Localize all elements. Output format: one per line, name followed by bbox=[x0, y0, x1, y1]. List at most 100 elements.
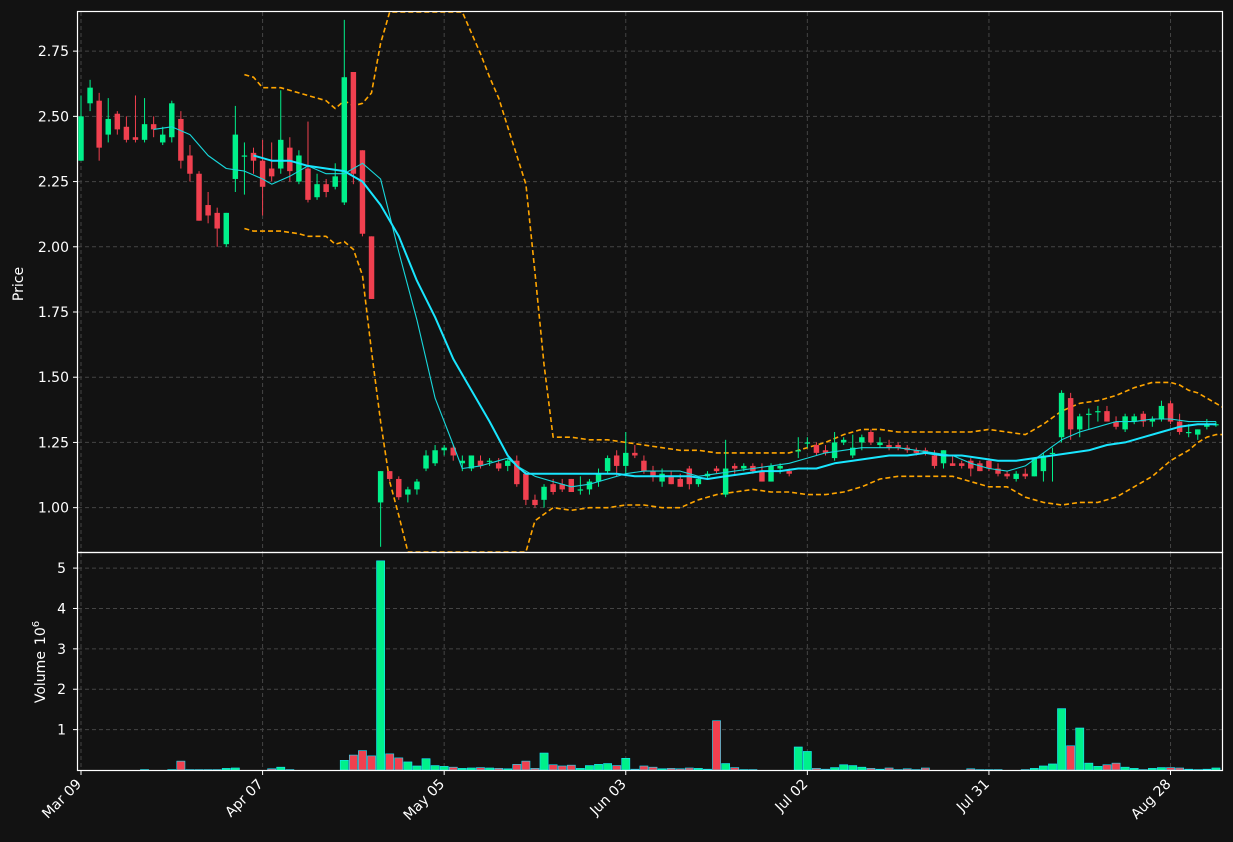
volume-bar bbox=[603, 763, 612, 771]
volume-bar bbox=[793, 746, 803, 771]
volume-bar bbox=[1084, 762, 1094, 771]
candle-body bbox=[1013, 473, 1019, 479]
price-axis-title: Price bbox=[11, 267, 27, 301]
candle-body bbox=[1058, 392, 1065, 438]
volume-bar bbox=[521, 760, 531, 771]
candle-body bbox=[1022, 473, 1028, 477]
volume-bar bbox=[575, 768, 585, 771]
candle-body bbox=[114, 113, 121, 130]
candle-body bbox=[595, 473, 602, 482]
volume-bar bbox=[821, 768, 830, 771]
volume-bar bbox=[412, 765, 422, 771]
candle-body bbox=[314, 184, 320, 198]
volume-axis-title: Volume 106 bbox=[31, 621, 49, 703]
volume-bar bbox=[1048, 763, 1057, 771]
candle-body bbox=[178, 118, 184, 161]
candle-body bbox=[577, 489, 584, 491]
stock-chart: 1.00 1.25 1.50 1.75 2.00 2.25 2.50 2.75 Price 1… bbox=[0, 0, 1233, 842]
candle-body bbox=[1067, 398, 1074, 430]
candle-body bbox=[405, 489, 411, 495]
volume-bar bbox=[648, 766, 658, 771]
candle-body bbox=[795, 450, 801, 452]
candle-body bbox=[205, 205, 211, 216]
volume-bar bbox=[485, 767, 494, 771]
candle-body bbox=[786, 471, 792, 474]
candle-body bbox=[1158, 405, 1165, 419]
candle-body bbox=[386, 471, 393, 479]
volume-bar bbox=[1147, 768, 1157, 771]
volume-tick-label: 1 bbox=[57, 723, 66, 739]
candle-body bbox=[623, 452, 629, 466]
volume-bar bbox=[694, 768, 703, 771]
candle-body bbox=[859, 437, 865, 443]
candle-body bbox=[840, 439, 847, 443]
volume-bar bbox=[385, 753, 395, 771]
candle-body bbox=[1004, 473, 1010, 477]
volume-bar bbox=[276, 766, 286, 771]
volume-bar bbox=[494, 768, 504, 771]
price-tick-label: 2.75 bbox=[38, 44, 69, 60]
volume-bar bbox=[176, 760, 186, 771]
volume-bar bbox=[512, 764, 522, 771]
volume-tick-label: 4 bbox=[57, 601, 66, 617]
volume-bar bbox=[367, 755, 376, 771]
candle-body bbox=[868, 432, 874, 443]
volume-tick-label: 2 bbox=[57, 682, 66, 698]
volume-bar bbox=[802, 751, 812, 771]
candle-body bbox=[505, 460, 511, 466]
volume-bar bbox=[857, 766, 867, 771]
candle-body bbox=[278, 139, 284, 169]
volume-bar bbox=[557, 765, 567, 771]
price-tick-label: 2.00 bbox=[38, 240, 69, 256]
volume-bar bbox=[1057, 708, 1066, 771]
candle-body bbox=[986, 460, 992, 469]
candle-body bbox=[523, 473, 529, 500]
candle-body bbox=[169, 103, 175, 138]
candle-body bbox=[223, 212, 229, 245]
volume-bar bbox=[630, 768, 640, 771]
volume-bar bbox=[566, 764, 576, 771]
price-tick-label: 1.00 bbox=[38, 501, 69, 517]
candle-body bbox=[877, 442, 883, 446]
candle-body bbox=[141, 124, 148, 140]
candle-body bbox=[268, 168, 275, 177]
volume-bar bbox=[448, 766, 458, 771]
candle-body bbox=[159, 134, 166, 143]
volume-bar bbox=[585, 765, 594, 771]
volume-bar bbox=[1184, 768, 1194, 771]
price-tick-label: 2.50 bbox=[38, 109, 69, 125]
candle-body bbox=[87, 87, 93, 104]
candle-body bbox=[977, 463, 983, 472]
volume-bar bbox=[467, 767, 476, 771]
price-tick-label: 2.25 bbox=[38, 175, 69, 191]
candle-body bbox=[768, 465, 774, 482]
candle-body bbox=[940, 450, 947, 464]
candle-body bbox=[568, 478, 575, 492]
candle-body bbox=[949, 463, 956, 466]
volume-bar bbox=[1039, 765, 1048, 771]
volume-bar bbox=[221, 768, 231, 771]
volume-bar bbox=[1066, 745, 1076, 771]
candle-body bbox=[695, 478, 702, 485]
volume-bar bbox=[548, 764, 558, 771]
candle-body bbox=[96, 100, 102, 148]
volume-axis-exponent: 6 bbox=[31, 621, 42, 627]
candle-body bbox=[677, 478, 683, 487]
candle-body bbox=[214, 212, 220, 229]
volume-bar bbox=[267, 768, 277, 771]
candle-body bbox=[1095, 411, 1101, 413]
volume-bar bbox=[1166, 767, 1175, 771]
volume-axis-multiplier-base: 10 bbox=[33, 627, 49, 645]
volume-bar bbox=[839, 764, 849, 771]
volume-bar bbox=[1211, 767, 1221, 771]
volume-bar bbox=[666, 768, 676, 771]
candle-body bbox=[1049, 452, 1056, 455]
candle-body bbox=[1104, 411, 1110, 422]
candle-body bbox=[414, 481, 420, 490]
candle-body bbox=[813, 445, 820, 453]
volume-bar bbox=[848, 765, 858, 771]
volume-bar bbox=[875, 768, 885, 771]
candle-body bbox=[659, 473, 665, 482]
volume-bar bbox=[421, 758, 431, 771]
price-tick-label: 1.25 bbox=[38, 435, 69, 451]
